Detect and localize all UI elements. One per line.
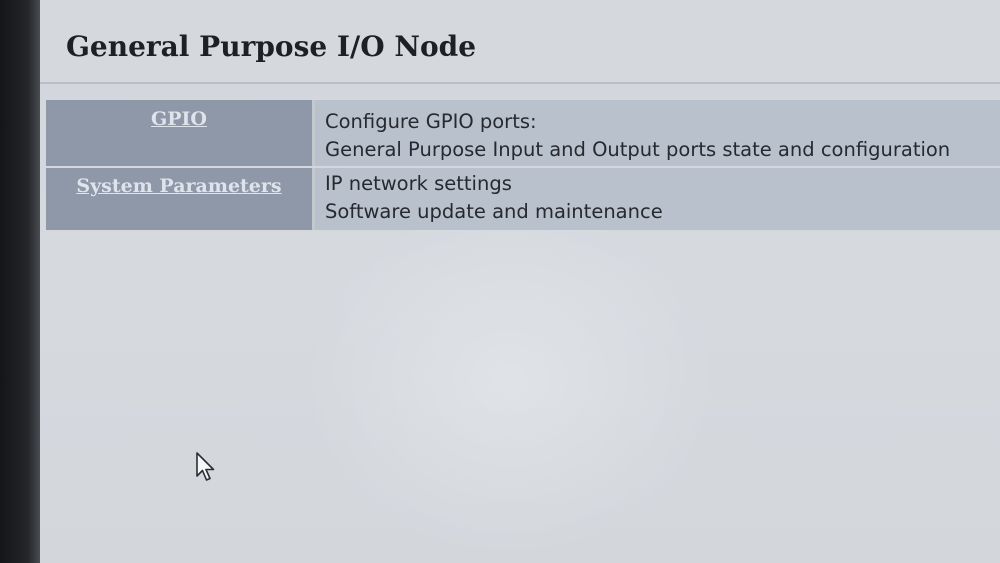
monitor-bezel [0, 0, 40, 563]
system-parameters-description-line-2: Software update and maintenance [325, 200, 663, 223]
menu-row-gpio: GPIO Configure GPIO ports: General Purpo… [46, 100, 1000, 166]
page-header: General Purpose I/O Node [40, 0, 1000, 84]
gpio-link[interactable]: GPIO [151, 108, 207, 130]
menu-link-cell-gpio: GPIO [46, 100, 315, 166]
mouse-pointer-icon [196, 452, 215, 481]
gpio-description-line-2: General Purpose Input and Output ports s… [325, 138, 951, 161]
menu-row-system-parameters: System Parameters IP network settings So… [46, 168, 1000, 230]
browser-viewport: General Purpose I/O Node GPIO Configure … [40, 0, 1000, 563]
system-parameters-description-line-1: IP network settings [325, 172, 512, 195]
menu-table: GPIO Configure GPIO ports: General Purpo… [46, 98, 1000, 232]
menu-description-gpio: Configure GPIO ports: General Purpose In… [315, 100, 1000, 166]
page-title: General Purpose I/O Node [66, 30, 477, 63]
gpio-description-line-1: Configure GPIO ports: [325, 110, 537, 133]
menu-description-system-parameters: IP network settings Software update and … [315, 168, 1000, 230]
menu-link-cell-system-parameters: System Parameters [46, 168, 315, 230]
screen-glare [300, 200, 720, 560]
system-parameters-link[interactable]: System Parameters [76, 175, 281, 197]
